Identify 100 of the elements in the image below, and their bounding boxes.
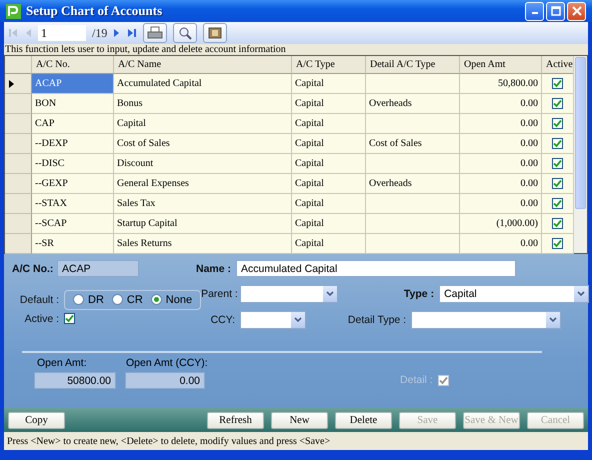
column-header[interactable]: A/C No.: [32, 56, 114, 74]
table-cell: Capital: [292, 134, 366, 154]
next-record-icon[interactable]: [113, 28, 122, 38]
preview-button[interactable]: [173, 23, 198, 43]
column-header[interactable]: Detail A/C Type: [366, 56, 460, 74]
table-cell: 0.00: [460, 174, 542, 194]
status-bar: Press <New> to create new, <Delete> to delete, modify values and press <Save>: [4, 432, 588, 450]
table-cell: (1,000.00): [460, 214, 542, 234]
field-label: CCY:: [210, 314, 236, 326]
table-cell: Capital: [292, 154, 366, 174]
table-cell: Cost of Sales: [366, 134, 460, 154]
maximize-button[interactable]: [546, 2, 565, 20]
active-checkbox[interactable]: [552, 118, 564, 129]
table-cell: Capital: [114, 114, 292, 134]
table-cell: 50,800.00: [460, 74, 542, 94]
table-cell: ACAP: [32, 74, 114, 94]
active-checkbox[interactable]: [552, 98, 564, 109]
column-header[interactable]: A/C Name: [114, 56, 292, 74]
table-cell: --STAX: [32, 194, 114, 214]
column-header[interactable]: A/C Type: [292, 56, 366, 74]
record-position-field[interactable]: 1: [38, 25, 86, 41]
detail-type-dropdown[interactable]: [411, 311, 562, 329]
header-corner: [5, 56, 32, 74]
table-cell: 0.00: [460, 114, 542, 134]
close-icon: [572, 6, 582, 16]
record-count: /19: [92, 26, 108, 40]
field-label: Detail :: [399, 374, 434, 386]
table-cell: --DISC: [32, 154, 114, 174]
table-cell: Accumulated Capital: [114, 74, 292, 94]
table-cell: BON: [32, 94, 114, 114]
radio-option[interactable]: CR: [112, 294, 143, 306]
table-cell: Startup Capital: [114, 214, 292, 234]
field-label: Default :: [18, 294, 60, 306]
active-checkbox[interactable]: [552, 238, 564, 249]
table-cell: Sales Tax: [114, 194, 292, 214]
field-label: A/C No.:: [12, 262, 54, 274]
maximize-icon: [550, 6, 560, 16]
active-checkbox[interactable]: [552, 158, 564, 169]
table-cell: Overheads: [366, 94, 460, 114]
chevron-down-icon: [577, 291, 586, 297]
table-cell: Capital: [292, 94, 366, 114]
radio-option[interactable]: DR: [73, 294, 104, 306]
field-label: Type :: [402, 288, 436, 300]
table-cell: --DEXP: [32, 134, 114, 154]
active-checkbox[interactable]: [552, 218, 564, 229]
active-checkbox[interactable]: [552, 78, 564, 89]
action-button[interactable]: New: [271, 412, 328, 428]
radio-option[interactable]: None: [150, 294, 192, 306]
table-cell: General Expenses: [114, 174, 292, 194]
field-label: Parent :: [201, 288, 239, 300]
printer-icon: [147, 26, 164, 40]
active-checkbox[interactable]: [552, 178, 564, 189]
row-header[interactable]: [5, 74, 32, 94]
action-button[interactable]: Delete: [335, 412, 392, 428]
field-label: Name :: [194, 262, 232, 274]
table-cell: 0.00: [460, 194, 542, 214]
table-cell: 0.00: [460, 94, 542, 114]
window-title: Setup Chart of Accounts: [26, 3, 162, 19]
active-checkbox[interactable]: [552, 138, 564, 149]
table-cell: Overheads: [366, 174, 460, 194]
action-button[interactable]: Copy: [8, 412, 65, 428]
table-cell: Capital: [292, 114, 366, 134]
parent-dropdown[interactable]: [240, 285, 338, 303]
table-cell: 0.00: [460, 154, 542, 174]
table-cell: Cost of Sales: [114, 134, 292, 154]
magnifier-icon: [178, 26, 192, 40]
field-label: Active :: [24, 312, 60, 324]
column-header[interactable]: Active: [542, 56, 574, 74]
field-label: Detail Type :: [346, 314, 408, 326]
radio-dot-icon: [154, 297, 159, 302]
open-amount-ccy-field[interactable]: 0.00: [125, 372, 205, 389]
column-header[interactable]: Open Amt: [460, 56, 542, 74]
box-icon: [207, 26, 224, 40]
chevron-down-icon: [294, 317, 302, 323]
open-amount-field[interactable]: 50800.00: [34, 372, 116, 389]
table-cell: Capital: [292, 174, 366, 194]
active-checkbox[interactable]: [552, 198, 564, 209]
type-dropdown[interactable]: Capital: [439, 285, 590, 303]
account-number-field[interactable]: ACAP: [57, 260, 139, 277]
scrollbar[interactable]: [573, 56, 587, 253]
ccy-dropdown[interactable]: [240, 311, 306, 329]
field-label: Open Amt (CCY):: [125, 357, 208, 369]
table-cell: Discount: [114, 154, 292, 174]
name-field[interactable]: Accumulated Capital: [236, 260, 516, 277]
close-button[interactable]: [567, 2, 586, 20]
table-cell: --SCAP: [32, 214, 114, 234]
table-cell: Capital: [292, 194, 366, 214]
active-checkbox[interactable]: [64, 313, 75, 324]
table-cell: CAP: [32, 114, 114, 134]
exit-button[interactable]: [203, 23, 228, 43]
table-cell: 0.00: [460, 134, 542, 154]
minimize-button[interactable]: [525, 2, 544, 20]
action-button[interactable]: Refresh: [207, 412, 264, 428]
print-button[interactable]: [143, 23, 168, 43]
table-cell: Capital: [292, 214, 366, 234]
table-cell: Capital: [292, 74, 366, 94]
description-text: This function lets user to input, update and delete account information: [4, 44, 588, 55]
last-record-icon[interactable]: [127, 28, 138, 38]
chevron-down-icon: [326, 291, 334, 297]
table-cell: --GEXP: [32, 174, 114, 194]
